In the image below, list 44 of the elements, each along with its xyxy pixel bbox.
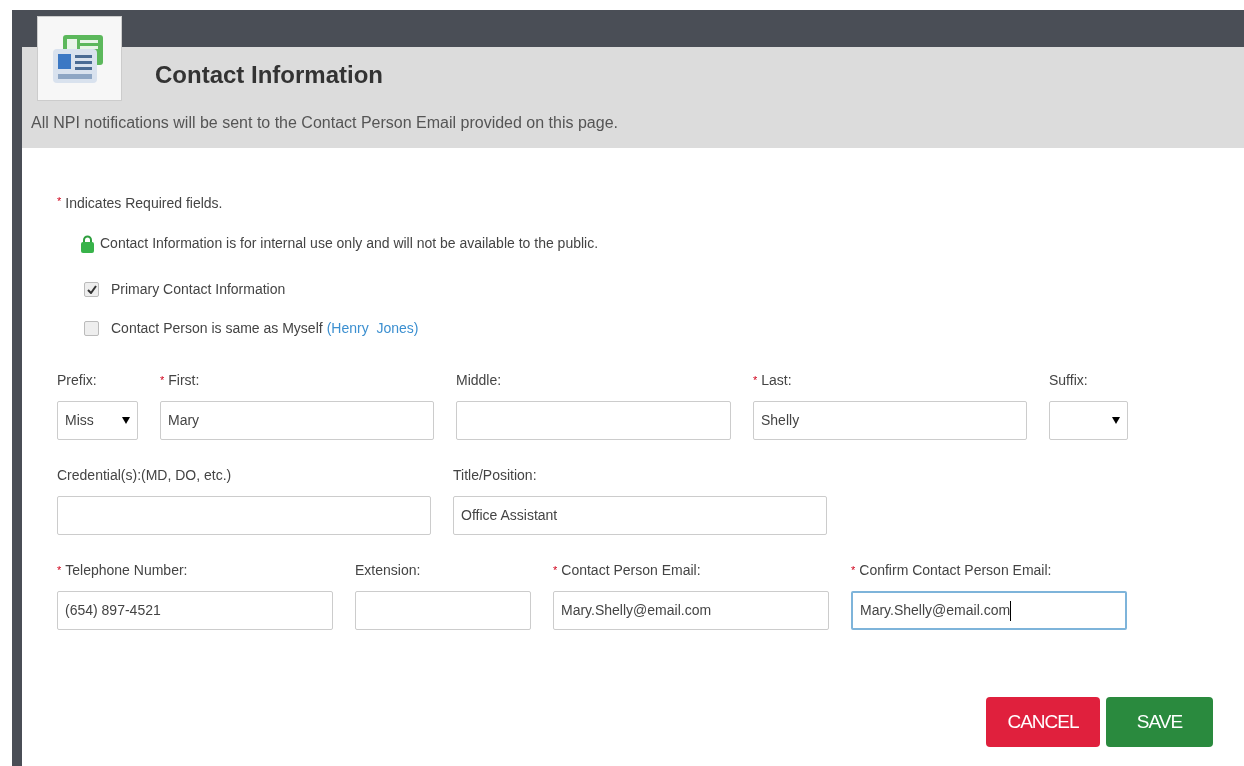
required-mark: * (160, 373, 165, 388)
input-field[interactable]: Office Assistant (453, 496, 827, 535)
checkbox[interactable] (84, 321, 99, 336)
field-label: Confirm Contact Person Email: (859, 561, 1052, 580)
checkbox-label: Primary Contact Information (111, 280, 286, 299)
caret-icon (122, 417, 130, 424)
field-label: Suffix: (1049, 371, 1088, 390)
user-link[interactable]: (Henry Jones) (326, 318, 419, 339)
field-label: First: (168, 371, 200, 390)
header-notice: All NPI notifications will be sent to the Contact Person Email provided on this page. (31, 113, 619, 133)
field-label: Extension: (355, 561, 421, 580)
dialog-title: Contact Information (154, 60, 384, 90)
checkbox[interactable] (84, 282, 99, 297)
required-mark: * (57, 194, 62, 209)
save-button[interactable]: SAVE (1106, 697, 1213, 747)
required-mark: * (553, 563, 558, 578)
input-field[interactable]: Mary.Shelly@email.com (553, 591, 829, 630)
required-mark: * (851, 563, 856, 578)
lock-icon (81, 234, 94, 253)
caret-icon (1112, 417, 1120, 424)
checkbox-label: Contact Person is same as Myself (111, 319, 323, 338)
input-field[interactable] (456, 401, 731, 440)
input-field[interactable]: Mary (160, 401, 434, 440)
field-label: Last: (761, 371, 792, 390)
privacy-note: Contact Information is for internal use only and will not be available to the public. (100, 234, 599, 253)
cancel-button[interactable]: CANCEL (986, 697, 1100, 747)
text-cursor (1010, 600, 1012, 621)
field-label: Title/Position: (453, 466, 537, 485)
input-field[interactable]: Shelly (753, 401, 1027, 440)
field-label: Credential(s):(MD, DO, etc.) (57, 466, 232, 485)
input-field[interactable] (355, 591, 531, 630)
field-label: Telephone Number: (65, 561, 188, 580)
select-field[interactable]: Miss (57, 401, 138, 440)
required-mark: * (753, 373, 758, 388)
field-label: Contact Person Email: (561, 561, 701, 580)
required-note: Indicates Required fields. (65, 194, 223, 213)
input-field[interactable] (57, 496, 431, 535)
field-label: Middle: (456, 371, 502, 390)
input-field[interactable]: (654) 897-4521 (57, 591, 333, 630)
contact-card-icon (37, 16, 122, 101)
field-label: Prefix: (57, 371, 97, 390)
required-mark: * (57, 563, 62, 578)
input-field[interactable]: Mary.Shelly@email.com (851, 591, 1127, 630)
select-field[interactable] (1049, 401, 1128, 440)
